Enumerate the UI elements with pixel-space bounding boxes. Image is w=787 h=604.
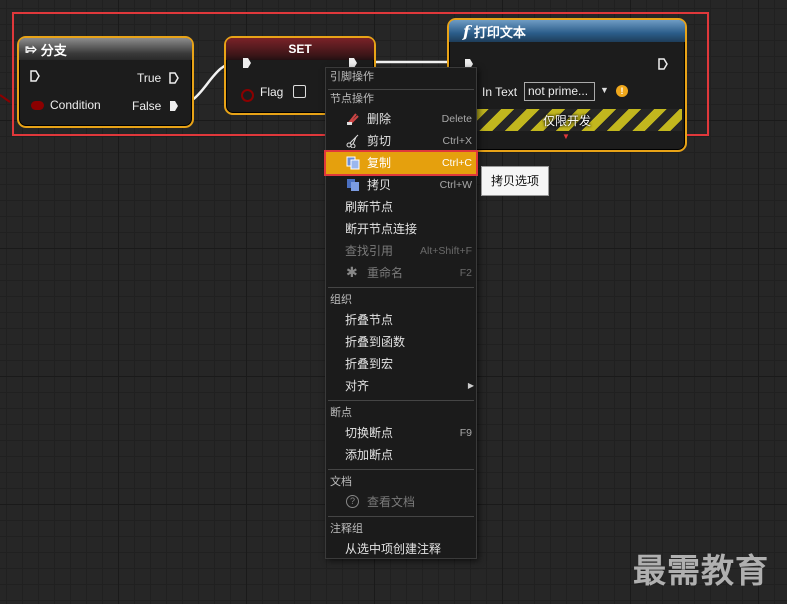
menu-item-view-docs[interactable]: ? 查看文档 [326, 491, 476, 513]
menu-item-add-breakpoint[interactable]: 添加断点 [326, 444, 476, 466]
flag-pin[interactable] [241, 89, 254, 102]
menu-item-align[interactable]: 对齐 ▶ [326, 375, 476, 397]
help-icon: ? [346, 495, 359, 508]
branch-header: ⇰ 分支 [19, 38, 192, 60]
print-text-node[interactable]: f 打印文本 In Text not prime... ▼ ! 仅限开发 ▼ [447, 18, 687, 152]
set-exec-in-pin[interactable] [242, 57, 252, 69]
delete-icon [347, 113, 359, 125]
branch-false-label: False [132, 99, 162, 113]
copy-icon [346, 156, 360, 170]
set-title: SET [288, 42, 312, 56]
menu-item-delete[interactable]: 删除 Delete [326, 108, 476, 130]
warning-icon: ! [616, 85, 628, 97]
menu-item-collapse-to-macro[interactable]: 折叠到宏 [326, 353, 476, 375]
expand-arrow-icon[interactable]: ▼ [562, 132, 570, 141]
in-text-dropdown-icon[interactable]: ▼ [600, 85, 609, 95]
menu-item-toggle-breakpoint[interactable]: 切换断点 F9 [326, 422, 476, 444]
set-flag-label: Flag [260, 85, 284, 99]
menu-section-node-ops: 节点操作 [330, 93, 374, 105]
flag-checkbox[interactable] [293, 85, 306, 98]
context-menu: 引脚操作 节点操作 删除 Delete 剪切 Ctrl+X 复制 Ctrl+C … [324, 67, 478, 560]
menu-section-breakpoint: 断点 [330, 407, 352, 419]
menu-divider [328, 400, 474, 401]
menu-item-rename[interactable]: ✱ 重命名 F2 [326, 262, 476, 284]
menu-item-copy[interactable]: 复制 Ctrl+C [324, 150, 478, 176]
submenu-arrow-icon: ▶ [467, 381, 474, 390]
copy-tooltip: 拷贝选项 [481, 166, 549, 196]
menu-item-collapse-to-function[interactable]: 折叠到函数 [326, 331, 476, 353]
duplicate-icon [347, 179, 359, 191]
menu-section-organize: 组织 [330, 294, 352, 306]
branch-condition-label: Condition [50, 98, 101, 112]
branch-true-label: True [137, 71, 162, 85]
bool-wire-stub [0, 94, 11, 103]
branch-icon: ⇰ [25, 40, 37, 57]
dev-only-banner: 仅限开发 [476, 109, 682, 131]
in-text-field[interactable]: not prime... [524, 82, 595, 101]
rename-icon: ✱ [346, 264, 358, 280]
branch-node[interactable]: ⇰ 分支 True Condition False [17, 36, 194, 128]
menu-item-duplicate[interactable]: 拷贝 Ctrl+W [326, 174, 476, 196]
menu-header-pin-actions: 引脚操作 [330, 71, 374, 83]
menu-item-cut[interactable]: 剪切 Ctrl+X [326, 130, 476, 152]
branch-true-pin[interactable] [169, 72, 179, 84]
menu-section-comment: 注释组 [330, 523, 363, 535]
print-header: f 打印文本 [449, 20, 685, 42]
menu-item-break-links[interactable]: 断开节点连接 [326, 218, 476, 240]
menu-divider [328, 287, 474, 288]
menu-item-collapse-nodes[interactable]: 折叠节点 [326, 309, 476, 331]
function-icon: f [463, 21, 470, 41]
scissors-icon [346, 134, 359, 148]
menu-divider [328, 469, 474, 470]
watermark: 最需教育 [633, 551, 769, 590]
print-exec-out-pin[interactable] [658, 58, 668, 70]
branch-false-pin[interactable] [169, 100, 179, 112]
in-text-label: In Text [482, 85, 518, 99]
menu-divider [328, 516, 474, 517]
menu-item-find-references[interactable]: 查找引用 Alt+Shift+F [326, 240, 476, 262]
menu-section-docs: 文档 [330, 476, 352, 488]
condition-pin[interactable] [31, 101, 44, 110]
dev-only-label: 仅限开发 [543, 114, 592, 128]
branch-exec-in-pin[interactable] [30, 70, 40, 82]
menu-item-refresh[interactable]: 刷新节点 [326, 196, 476, 218]
branch-title: 分支 [40, 42, 67, 58]
print-title: 打印文本 [473, 24, 526, 40]
menu-item-create-comment[interactable]: 从选中项创建注释 [326, 538, 476, 560]
